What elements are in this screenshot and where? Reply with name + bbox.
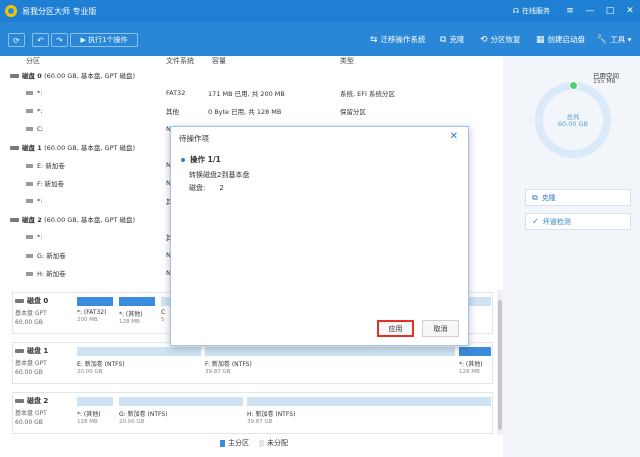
check-icon: ✓ — [532, 217, 539, 226]
col-capacity[interactable]: 容量 — [212, 56, 226, 66]
disk-usage-donut: 总共 60.00 GB — [535, 81, 611, 158]
partition-icon — [26, 182, 33, 186]
redo-button[interactable]: ↷ — [51, 33, 68, 47]
partition-recovery-button[interactable]: ⟲ 分区恢复 — [480, 34, 521, 45]
operation-header: 操作 1/1 — [181, 154, 221, 165]
apply-button[interactable]: 应用 — [377, 320, 414, 337]
wrench-icon: 🔧 — [596, 34, 608, 45]
menu-button[interactable]: ≡ — [560, 0, 580, 22]
minimize-button[interactable]: — — [580, 0, 600, 22]
undo-icon: ↶ — [37, 35, 44, 45]
migrate-icon: ⇆ — [370, 34, 378, 45]
unallocated-swatch — [259, 439, 264, 447]
bad-sector-check-button[interactable]: ✓ 坏道检测 — [525, 213, 631, 230]
disk-icon — [10, 218, 19, 222]
tools-menu-button[interactable]: 🔧 工具 ▾ — [596, 34, 631, 45]
partition-block[interactable]: F: 新加卷 (NTFS) 39.87 GB — [205, 347, 455, 375]
partition-icon — [26, 109, 33, 113]
clone-icon: ⧉ — [440, 34, 447, 45]
dialog-title: 待操作项 — [179, 134, 209, 143]
toolbar: ⟳ ↶ ↷ ▶ 执行1个操作 ⇆ 迁移操作系统 ⧉ 克隆 ⟲ 分区恢复 ▦ 创建… — [0, 22, 640, 56]
partition-block[interactable]: G: 新加卷 (NTFS) 20.00 GB — [119, 397, 243, 425]
legend: 主分区 未分配 — [220, 438, 288, 448]
col-filesystem[interactable]: 文件系统 — [166, 56, 194, 66]
headset-icon: ☊ — [512, 7, 519, 15]
operation-disk: 磁盘: 2 — [189, 184, 224, 192]
maximize-button[interactable]: □ — [600, 0, 620, 22]
table-row[interactable]: *: FAT32 171 MB 已用, 共 200 MB 系统, EFI 系统分… — [0, 84, 500, 102]
app-logo-icon — [5, 5, 17, 17]
partition-icon — [26, 235, 33, 239]
bullet-icon — [181, 157, 185, 162]
clone-button[interactable]: ⧉ 克隆 — [440, 34, 464, 45]
boot-disk-icon: ▦ — [536, 34, 545, 45]
partition-icon — [26, 91, 33, 95]
partition-icon — [26, 272, 33, 276]
title-bar: 易我分区大师 专业版 ☊ 在线服务 ≡ — □ ✕ — [0, 0, 640, 22]
used-space-value: 155 MB — [593, 78, 616, 85]
partition-icon — [26, 164, 33, 168]
pending-operations-dialog: 待操作项 ✕ 操作 1/1 转换磁盘2到基本盘 磁盘: 2 应用 取消 — [170, 126, 469, 346]
redo-icon: ↷ — [56, 35, 63, 45]
disk-row[interactable]: 磁盘 0 (60.00 GB, 基本盘, GPT 磁盘) — [0, 66, 500, 84]
disk-icon — [10, 74, 19, 78]
app-title: 易我分区大师 专业版 — [22, 6, 97, 16]
close-button[interactable]: ✕ — [620, 0, 640, 22]
partition-icon — [26, 199, 33, 203]
disk-icon — [15, 399, 24, 403]
recovery-icon: ⟲ — [480, 34, 488, 45]
primary-swatch — [220, 439, 225, 447]
execute-operations-button[interactable]: ▶ 执行1个操作 — [70, 33, 138, 47]
disk-icon — [15, 299, 24, 303]
disk-icon — [10, 146, 19, 150]
col-type[interactable]: 类型 — [340, 56, 354, 66]
create-boot-disk-button[interactable]: ▦ 创建启动盘 — [536, 34, 585, 45]
operation-description: 转换磁盘2到基本盘 — [189, 171, 250, 179]
partition-block[interactable]: *: (其他) 128 MB — [459, 347, 491, 375]
partition-block[interactable]: H: 新加卷 (NTFS) 39.87 GB — [247, 397, 491, 425]
table-row[interactable]: *: 其他 0 Byte 已用, 共 128 MB 保留分区 — [0, 102, 500, 120]
partition-icon — [26, 254, 33, 258]
cancel-button[interactable]: 取消 — [422, 320, 459, 337]
scrollbar-thumb[interactable] — [498, 300, 502, 430]
online-service-button[interactable]: ☊ 在线服务 — [513, 6, 550, 16]
clone-icon: ⧉ — [532, 192, 538, 202]
disk-icon — [15, 349, 24, 353]
col-partition[interactable]: 分区 — [26, 56, 40, 66]
undo-button[interactable]: ↶ — [32, 33, 49, 47]
dialog-close-icon[interactable]: ✕ — [450, 131, 458, 142]
partition-block[interactable]: *: (FAT32) 200 MB — [77, 297, 113, 323]
migrate-os-button[interactable]: ⇆ 迁移操作系统 — [370, 34, 426, 45]
refresh-icon: ⟳ — [13, 35, 20, 45]
refresh-button[interactable]: ⟳ — [8, 33, 25, 47]
partition-icon — [26, 127, 33, 131]
disk-map-disk-1[interactable]: 磁盘 1 基本盘 GPT 60.00 GB E: 新加卷 (NTFS) 20.0… — [12, 342, 493, 384]
partition-block[interactable]: *: (其他) 128 MB — [77, 397, 113, 425]
partition-block[interactable]: E: 新加卷 (NTFS) 20.00 GB — [77, 347, 201, 375]
used-marker — [569, 81, 578, 90]
clone-side-button[interactable]: ⧉ 克隆 — [525, 189, 631, 206]
disk-map-disk-2[interactable]: 磁盘 2 基本盘 GPT 60.00 GB *: (其他) 128 MB G: … — [12, 392, 493, 434]
partition-block[interactable]: *: (其他) 128 MB — [119, 297, 155, 325]
right-panel: 已用空间 155 MB 总共 60.00 GB ⧉ 克隆 ✓ 坏道检测 — [503, 56, 640, 457]
